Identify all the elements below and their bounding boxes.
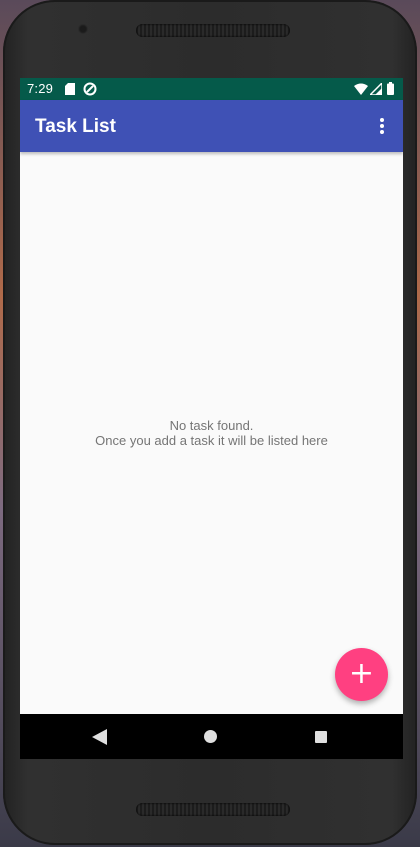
recents-icon[interactable] <box>315 731 327 743</box>
wifi-icon <box>354 83 368 95</box>
status-bar: 7:29 <box>20 78 403 100</box>
bottom-speaker <box>136 803 290 816</box>
page-title: Task List <box>35 116 116 137</box>
sd-card-icon <box>65 83 75 95</box>
empty-state-title: No task found. <box>169 418 254 433</box>
sync-icon <box>83 82 97 96</box>
more-vert-icon[interactable] <box>372 112 392 140</box>
empty-state: No task found. Once you add a task it wi… <box>20 418 403 448</box>
home-icon[interactable] <box>204 730 217 743</box>
add-task-button[interactable]: + <box>335 648 388 701</box>
device-screen: 7:29 Task List No task found. Once you a… <box>20 78 403 759</box>
status-time: 7:29 <box>27 81 54 96</box>
top-speaker <box>136 24 290 37</box>
back-icon[interactable] <box>92 729 107 745</box>
navigation-bar <box>20 714 403 759</box>
signal-icon <box>370 83 382 95</box>
empty-state-subtitle: Once you add a task it will be listed he… <box>95 433 328 448</box>
add-icon: + <box>348 656 375 691</box>
front-camera <box>78 24 88 34</box>
app-bar: Task List <box>20 100 403 152</box>
battery-icon <box>387 82 394 95</box>
